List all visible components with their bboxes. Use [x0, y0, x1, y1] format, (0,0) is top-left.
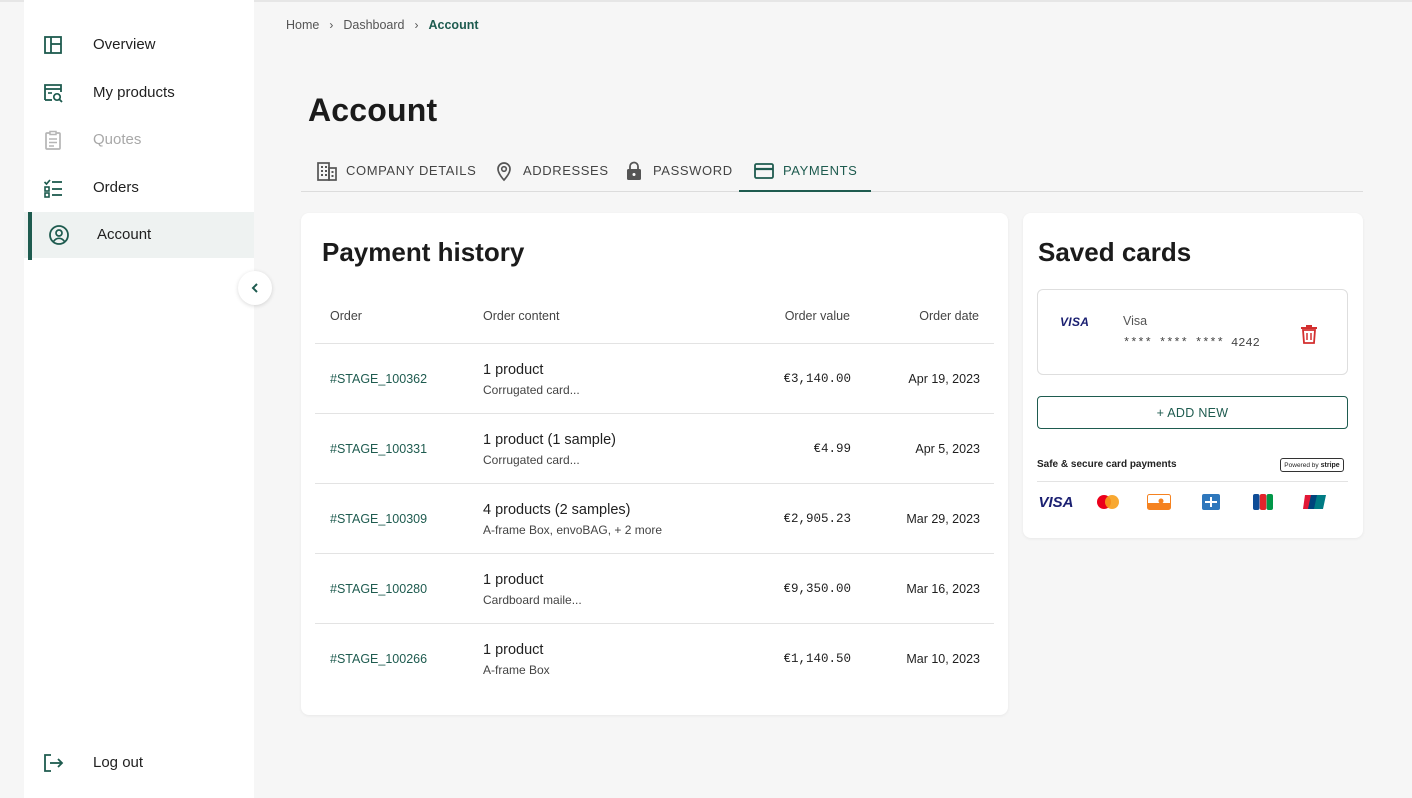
column-header-order: Order — [330, 309, 362, 323]
table-row: #STAGE_100331 1 product (1 sample) Corru… — [315, 413, 994, 483]
order-value: €2,905.23 — [783, 512, 851, 526]
tab-label: ADDRESSES — [523, 163, 609, 178]
tab-label: COMPANY DETAILS — [346, 163, 477, 178]
tab-label: PASSWORD — [653, 163, 733, 178]
mastercard-logo — [1095, 494, 1121, 510]
sidebar-item-label: Account — [97, 226, 152, 243]
sidebar-item-account[interactable]: Account — [24, 212, 254, 260]
order-content-detail: Cardboard maile... — [483, 593, 582, 607]
chevron-left-icon — [251, 283, 258, 293]
logout-icon — [42, 752, 64, 774]
tab-addresses[interactable]: ADDRESSES — [493, 150, 609, 191]
chevron-right-icon: › — [329, 18, 334, 32]
order-date: Apr 5, 2023 — [915, 442, 980, 456]
order-date: Mar 10, 2023 — [906, 652, 980, 666]
visa-logo: VISA — [1038, 493, 1074, 511]
sidebar-item-overview[interactable]: Overview — [24, 22, 254, 68]
order-content-detail: A-frame Box, envoBAG, + 2 more — [483, 523, 663, 537]
table-row: #STAGE_100266 1 product A-frame Box €1,1… — [315, 623, 994, 693]
unionpay-logo — [1303, 494, 1327, 510]
tab-password[interactable]: PASSWORD — [623, 150, 733, 191]
saved-cards-title: Saved cards — [1038, 237, 1192, 267]
logout-button[interactable]: Log out — [24, 740, 254, 786]
logout-label: Log out — [93, 754, 144, 771]
order-content: 1 product — [483, 642, 544, 658]
sidebar-item-label: My products — [93, 84, 175, 101]
column-header-value: Order value — [784, 309, 850, 323]
product-search-icon — [42, 82, 64, 104]
stripe-wordmark: stripe — [1320, 461, 1340, 469]
column-header-date: Order date — [919, 309, 979, 323]
order-value: €4.99 — [813, 442, 851, 456]
order-link[interactable]: #STAGE_100280 — [330, 582, 427, 596]
breadcrumb-current: Account — [428, 18, 479, 32]
breadcrumb-home[interactable]: Home — [286, 18, 319, 32]
order-link[interactable]: #STAGE_100331 — [330, 442, 427, 456]
order-value: €9,350.00 — [783, 582, 851, 596]
saved-cards-card: Saved cards VISA Visa **** **** **** 424… — [1023, 213, 1363, 538]
delete-card-button[interactable] — [1300, 324, 1318, 349]
chevron-right-icon: › — [414, 18, 419, 32]
credit-card-icon — [754, 162, 774, 179]
order-content-detail: A-frame Box — [483, 663, 550, 677]
lock-icon — [627, 161, 641, 180]
order-date: Apr 19, 2023 — [908, 372, 980, 386]
order-content-detail: Corrugated card... — [483, 453, 580, 467]
add-new-card-button[interactable]: + ADD NEW — [1037, 396, 1348, 429]
trash-icon — [1301, 325, 1317, 344]
visa-logo: VISA — [1060, 315, 1090, 329]
table-row: #STAGE_100309 4 products (2 samples) A-f… — [315, 483, 994, 553]
checklist-icon — [42, 177, 64, 199]
sidebar-item-label: Quotes — [93, 131, 142, 148]
dashboard-layout-icon — [42, 34, 64, 56]
powered-by-stripe-badge: Powered by stripe — [1280, 458, 1344, 472]
location-pin-icon — [497, 161, 511, 181]
secure-payments-text: Safe & secure card payments — [1037, 459, 1177, 470]
card-brand: Visa — [1123, 314, 1148, 328]
amex-logo — [1201, 494, 1221, 510]
order-content: 1 product — [483, 362, 544, 378]
order-date: Mar 29, 2023 — [906, 512, 980, 526]
sidebar-item-my-products[interactable]: My products — [24, 70, 254, 116]
account-tabs: COMPANY DETAILS ADDRESSES PASSWORD PAYME… — [301, 150, 1363, 192]
order-value: €3,140.00 — [783, 372, 851, 386]
order-date: Mar 16, 2023 — [906, 582, 980, 596]
payment-history-title: Payment history — [322, 237, 525, 267]
order-content-detail: Corrugated card... — [483, 383, 580, 397]
table-row: #STAGE_100280 1 product Cardboard maile.… — [315, 553, 994, 623]
collapse-sidebar-button[interactable] — [238, 271, 272, 305]
user-circle-icon — [48, 224, 70, 246]
sidebar-item-label: Overview — [93, 36, 156, 53]
building-icon — [317, 161, 337, 181]
payment-history-card: Payment history Order Order content Orde… — [301, 213, 1008, 715]
column-header-content: Order content — [483, 309, 560, 323]
sidebar: Overview My products Quotes Orders Accou… — [24, 0, 254, 798]
table-row: #STAGE_100362 1 product Corrugated card.… — [315, 343, 994, 413]
order-content: 1 product — [483, 572, 544, 588]
sidebar-item-orders[interactable]: Orders — [24, 165, 254, 211]
divider — [1037, 481, 1348, 482]
tab-company-details[interactable]: COMPANY DETAILS — [316, 150, 476, 191]
document-icon — [42, 129, 64, 151]
jcb-logo — [1253, 494, 1273, 510]
order-content: 1 product (1 sample) — [483, 432, 616, 448]
tab-label: PAYMENTS — [783, 163, 858, 178]
breadcrumb: Home › Dashboard › Account — [286, 17, 479, 33]
order-link[interactable]: #STAGE_100266 — [330, 652, 427, 666]
breadcrumb-dashboard[interactable]: Dashboard — [343, 18, 404, 32]
order-link[interactable]: #STAGE_100362 — [330, 372, 427, 386]
order-link[interactable]: #STAGE_100309 — [330, 512, 427, 526]
order-value: €1,140.50 — [783, 652, 851, 666]
discover-logo — [1147, 494, 1171, 510]
powered-by-text: Powered by — [1284, 461, 1319, 469]
page-title: Account — [308, 92, 438, 128]
card-number: **** **** **** 4242 — [1123, 336, 1260, 350]
sidebar-item-quotes[interactable]: Quotes — [24, 117, 254, 163]
saved-card-item: VISA Visa **** **** **** 4242 — [1037, 289, 1348, 375]
sidebar-item-label: Orders — [93, 179, 139, 196]
tab-payments[interactable]: PAYMENTS — [739, 150, 872, 192]
order-content: 4 products (2 samples) — [483, 502, 631, 518]
